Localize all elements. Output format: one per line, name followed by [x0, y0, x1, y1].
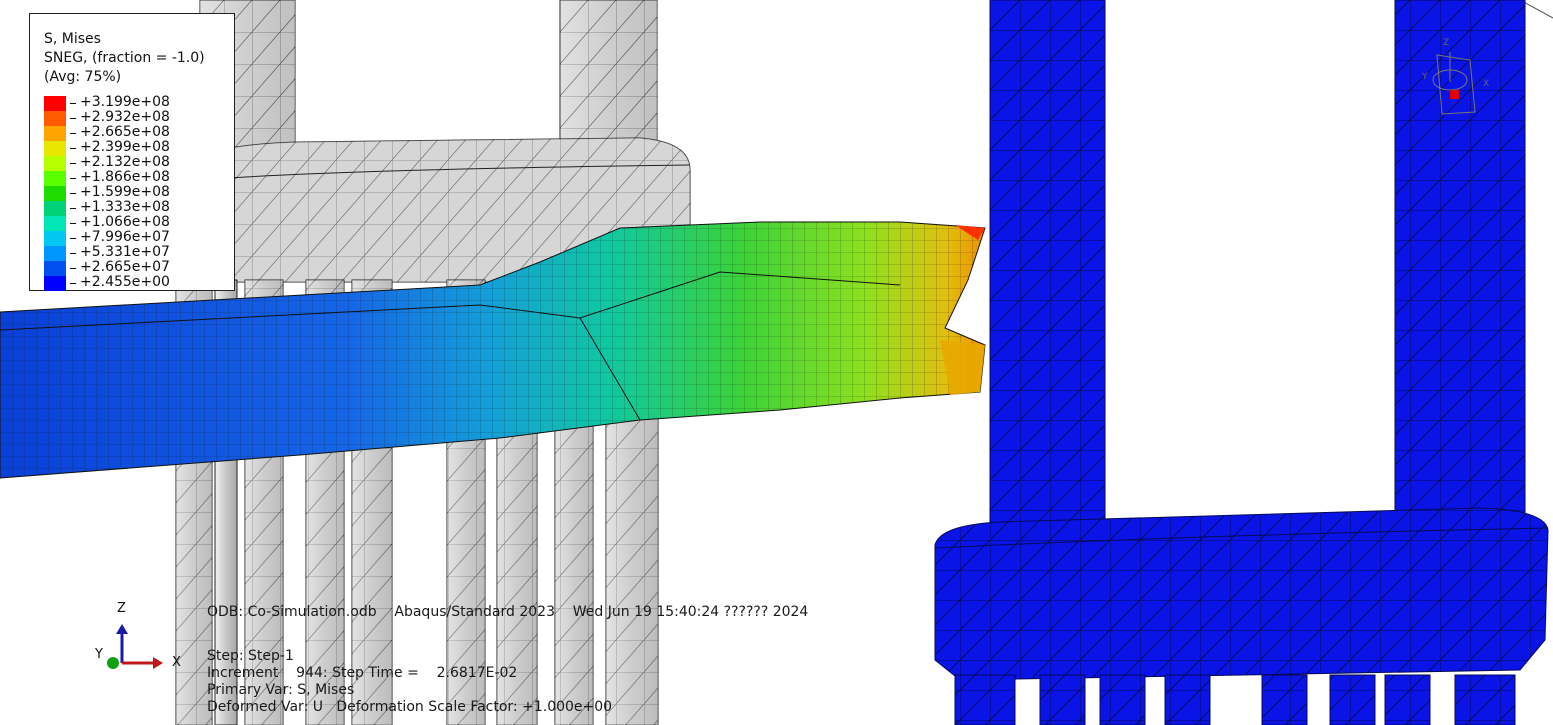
- deformed-var-info: Deformed Var: U Deformation Scale Factor…: [207, 699, 613, 715]
- legend-tick: [70, 223, 76, 224]
- legend-swatch: [44, 141, 66, 156]
- legend-tick: [70, 148, 76, 149]
- legend-swatch: [44, 126, 66, 141]
- legend-swatch: [44, 261, 66, 276]
- legend-swatch: [44, 276, 66, 291]
- triad-x-label: X: [172, 655, 181, 670]
- view-cube-y-label: Y: [1422, 72, 1428, 82]
- legend-tick: [70, 163, 76, 164]
- legend-value: +7.996e+07: [80, 229, 170, 245]
- legend-tick: [70, 193, 76, 194]
- increment-info: Increment 944: Step Time = 2.6817E-02: [207, 665, 518, 681]
- legend-value: +1.599e+08: [80, 184, 170, 200]
- triad-y-label: Y: [95, 647, 103, 662]
- legend-swatch: [44, 231, 66, 246]
- legend-swatch: [44, 216, 66, 231]
- legend-value: +2.665e+08: [80, 124, 170, 140]
- legend-value: +2.132e+08: [80, 154, 170, 170]
- legend-swatch: [44, 171, 66, 186]
- contour-legend: S, Mises SNEG, (fraction = -1.0) (Avg: 7…: [29, 13, 235, 291]
- legend-swatch: [44, 96, 66, 111]
- legend-value: +2.932e+08: [80, 109, 170, 125]
- view-cube-z-label: Z: [1443, 38, 1450, 48]
- legend-value: +2.399e+08: [80, 139, 170, 155]
- legend-value: +1.866e+08: [80, 169, 170, 185]
- legend-swatch: [44, 186, 66, 201]
- legend-value: +2.455e+00: [80, 274, 170, 290]
- legend-tick: [70, 268, 76, 269]
- view-cube-x-label: X: [1483, 79, 1490, 89]
- legend-tick: [70, 178, 76, 179]
- legend-swatch: [44, 111, 66, 126]
- legend-tick: [70, 253, 76, 254]
- triad-z-label: Z: [117, 601, 126, 616]
- legend-variable: S, Mises: [44, 31, 101, 47]
- primary-var-info: Primary Var: S, Mises: [207, 682, 355, 698]
- legend-tick: [70, 208, 76, 209]
- blue-pier: [934, 0, 1553, 725]
- legend-swatch: [44, 201, 66, 216]
- legend-value: +5.331e+07: [80, 244, 170, 260]
- legend-value: +3.199e+08: [80, 94, 170, 110]
- legend-swatch: [44, 246, 66, 261]
- odb-info: ODB: Co-Simulation.odb Abaqus/Standard 2…: [207, 604, 809, 620]
- legend-entry: +2.455e+00: [44, 274, 234, 291]
- legend-value: +1.066e+08: [80, 214, 170, 230]
- orientation-triad: [107, 624, 163, 669]
- legend-tick: [70, 118, 76, 119]
- legend-value: +1.333e+08: [80, 199, 170, 215]
- legend-tick: [70, 283, 76, 284]
- legend-value: +2.665e+07: [80, 259, 170, 275]
- legend-averaging: (Avg: 75%): [44, 69, 122, 85]
- legend-tick: [70, 103, 76, 104]
- legend-swatch: [44, 156, 66, 171]
- step-info: Step: Step-1: [207, 648, 294, 664]
- legend-tick: [70, 133, 76, 134]
- legend-section: SNEG, (fraction = -1.0): [44, 50, 205, 66]
- legend-tick: [70, 238, 76, 239]
